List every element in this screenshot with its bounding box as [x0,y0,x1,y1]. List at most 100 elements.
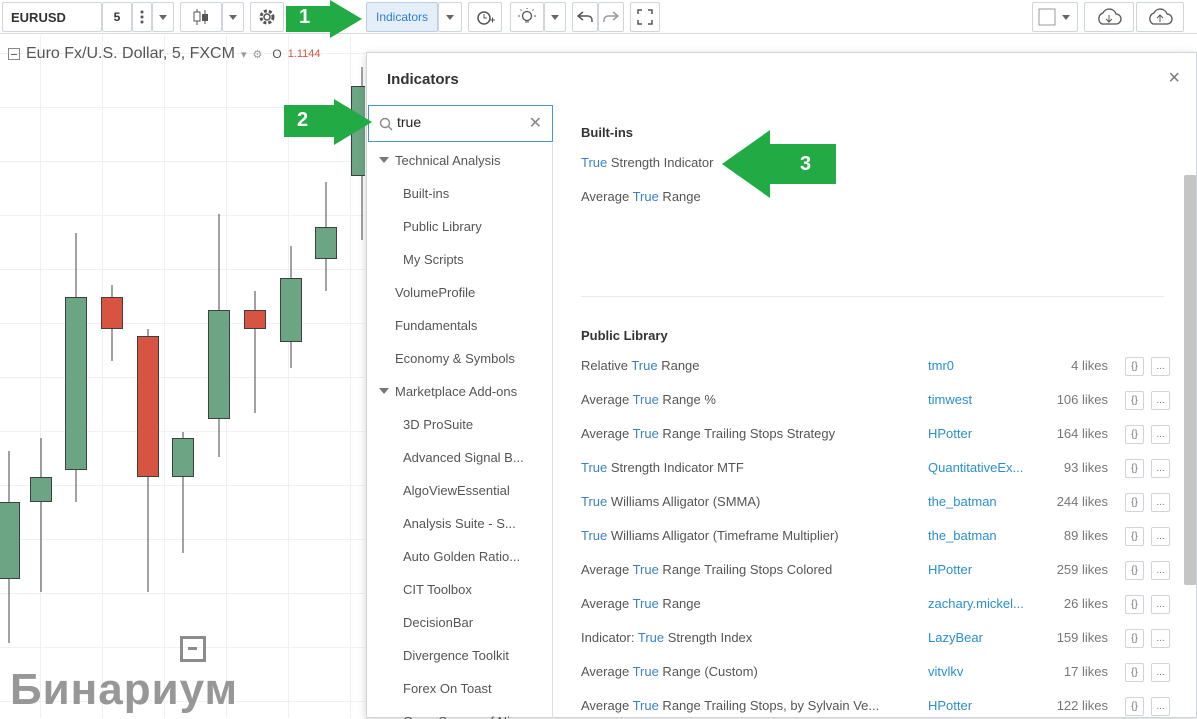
indicator-name[interactable]: Relative True Range [581,358,700,373]
author-link[interactable]: tmr0 [928,358,954,373]
source-code-button[interactable]: {} [1125,527,1144,546]
more-button[interactable]: ... [1151,663,1170,682]
chart-style-dropdown-icon[interactable] [222,2,244,32]
settings-icon[interactable]: ⚙ [252,48,262,61]
category-item[interactable]: DecisionBar [403,615,473,630]
more-button[interactable]: ... [1151,425,1170,444]
fullscreen-icon[interactable] [630,2,660,32]
more-button[interactable]: ... [1151,561,1170,580]
author-link[interactable]: the_batman [928,528,997,543]
category-item[interactable]: AlgoViewEssential [403,483,510,498]
author-link[interactable]: LazyBear [928,630,983,645]
more-button[interactable]: ... [1151,459,1170,478]
source-code-button[interactable]: {} [1125,697,1144,716]
candle [137,329,159,592]
author-link[interactable]: HPotter [928,698,972,713]
author-link[interactable]: zachary.mickel... [928,596,1024,611]
source-code-button[interactable]: {} [1125,357,1144,376]
author-link[interactable]: timwest [928,392,972,407]
author-link[interactable]: QuantitativeEx... [928,460,1023,475]
callout-arrow-3 [722,130,836,198]
category-item[interactable]: Fundamentals [395,318,477,333]
category-item[interactable]: Forex On Toast [403,681,492,696]
more-button[interactable]: ... [1151,357,1170,376]
author-link[interactable]: vitvlkv [928,664,963,679]
more-button[interactable]: ... [1151,391,1170,410]
likes-count: 26 likes [1063,596,1108,611]
redo-icon[interactable] [598,2,624,32]
indicator-name[interactable]: Indicator: True Strength Index [581,630,752,645]
author-link[interactable]: the_batman [928,494,997,509]
source-code-button[interactable]: {} [1125,425,1144,444]
chart-style-candles-icon[interactable] [180,2,222,32]
close-icon[interactable]: × [1168,67,1180,90]
indicator-name[interactable]: Average True Range Trailing Stops Colore… [581,562,832,577]
interval-dropdown-icon[interactable] [152,2,174,32]
source-code-button[interactable]: {} [1125,663,1144,682]
cloud-download-icon[interactable] [1084,2,1134,32]
ideas-lightbulb-icon[interactable] [510,2,544,32]
more-vert-icon[interactable] [132,2,152,32]
source-code-button[interactable]: {} [1125,459,1144,478]
ideas-dropdown-icon[interactable] [544,2,566,32]
gear-icon[interactable] [250,2,284,32]
category-item[interactable]: Open Source of Ni... [403,714,521,719]
indicator-name[interactable]: True Williams Alligator (Timeframe Multi… [581,528,839,543]
category-item[interactable]: My Scripts [403,252,464,267]
more-button[interactable]: ... [1151,697,1170,716]
category-item[interactable]: Public Library [403,219,482,234]
category-item[interactable]: Built-ins [403,186,449,201]
category-item[interactable]: VolumeProfile [395,285,475,300]
watermark: Бинариум [10,665,239,714]
indicator-name[interactable]: True Strength Indicator [581,155,713,170]
name-text: Relative [581,358,632,373]
indicator-name[interactable]: Average True Range (Custom) [581,664,758,679]
author-link[interactable]: HPotter [928,562,972,577]
indicator-name[interactable]: True Strength Indicator MTF [581,460,744,475]
likes-count: 244 likes [1056,494,1108,509]
more-button[interactable]: ... [1151,629,1170,648]
match-highlight: True [581,460,608,475]
category-item[interactable]: Marketplace Add-ons [379,384,517,399]
indicator-name[interactable]: True Williams Alligator (SMMA) [581,494,760,509]
match-highlight: True [581,528,608,543]
category-item[interactable]: Analysis Suite - S... [403,516,516,531]
interval-button[interactable]: 5 [102,2,132,32]
category-item[interactable]: CIT Toolbox [403,582,472,597]
undo-icon[interactable] [572,2,598,32]
author-link[interactable]: HPotter [928,426,972,441]
indicator-name[interactable]: Average True Range Trailing Stops, by Sy… [581,698,879,713]
cloud-upload-icon[interactable] [1136,2,1184,32]
title-dropdown-icon[interactable]: ▾ [241,48,247,61]
category-item[interactable]: Auto Golden Ratio... [403,549,520,564]
alert-clock-icon[interactable] [468,2,502,32]
category-item[interactable]: Advanced Signal B... [403,450,524,465]
indicators-dropdown-icon[interactable] [438,2,462,32]
source-code-button[interactable]: {} [1125,629,1144,648]
more-button[interactable]: ... [1151,595,1170,614]
indicator-name[interactable]: Average True Range Trailing Stops Strate… [581,426,835,441]
more-button[interactable]: ... [1151,493,1170,512]
more-button[interactable]: ... [1151,527,1170,546]
collapse-icon[interactable] [8,48,20,60]
search-input[interactable] [397,114,527,130]
category-item[interactable]: Divergence Toolkit [403,648,509,663]
indicators-button[interactable]: Indicators [366,2,438,32]
search-box[interactable]: ✕ [368,105,553,142]
category-item[interactable]: Technical Analysis [379,153,501,168]
name-text: Indicator: [581,630,638,645]
indicator-name[interactable]: Average True Range [581,596,701,611]
clear-search-icon[interactable]: ✕ [529,113,542,133]
layout-select-icon[interactable] [1032,2,1078,32]
source-code-button[interactable]: {} [1125,595,1144,614]
indicator-name[interactable]: Average True Range [581,189,701,204]
source-code-button[interactable]: {} [1125,561,1144,580]
category-item[interactable]: 3D ProSuite [403,417,473,432]
match-highlight: True [581,494,608,509]
source-code-button[interactable]: {} [1125,391,1144,410]
source-code-button[interactable]: {} [1125,493,1144,512]
symbol-search-button[interactable]: EURUSD [2,2,102,32]
indicator-name[interactable]: Average True Range % [581,392,716,407]
scrollbar[interactable] [1184,175,1196,585]
category-item[interactable]: Economy & Symbols [395,351,515,366]
